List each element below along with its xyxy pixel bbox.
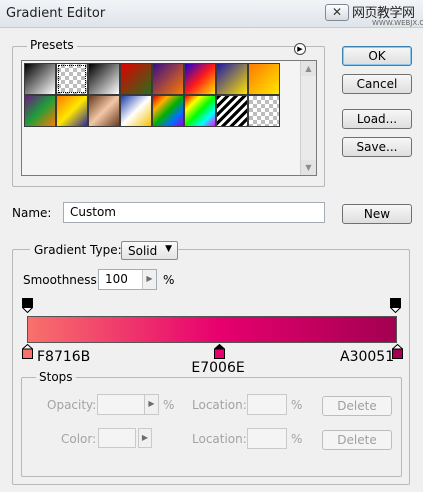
opacity-location-unit: %	[291, 398, 303, 412]
close-button[interactable]: ✕	[325, 4, 349, 21]
ok-button[interactable]: OK	[342, 46, 412, 66]
preset-swatch[interactable]	[152, 63, 184, 95]
gradient-type-label: Gradient Type:	[30, 243, 126, 257]
name-input[interactable]: Custom	[63, 202, 325, 223]
color-swatch-input[interactable]	[98, 428, 136, 448]
opacity-label: Opacity:	[47, 398, 97, 412]
color-label: Color:	[61, 432, 97, 446]
presets-scrollbar[interactable]: ▲ ▼	[300, 61, 316, 175]
presets-menu-arrow-icon[interactable]: ▶	[294, 43, 306, 55]
preset-swatch[interactable]	[184, 63, 216, 95]
delete-color-stop-button[interactable]: Delete	[322, 430, 392, 450]
color-stop-label: E7006E	[191, 360, 245, 376]
watermark-url: WWW.WEBJX.COM	[372, 19, 423, 27]
opacity-stop-right[interactable]	[390, 298, 401, 313]
preset-swatch[interactable]	[88, 95, 120, 127]
watermark: 网页教学网 WWW.WEBJX.COM	[352, 2, 423, 27]
gradient-preview-bar[interactable]	[27, 316, 397, 343]
preset-swatches	[24, 63, 284, 127]
smoothness-stepper-icon[interactable]: ▶	[142, 270, 156, 289]
smoothness-unit: %	[163, 273, 175, 287]
color-location-label: Location:	[192, 432, 247, 446]
stops-legend: Stops	[36, 370, 76, 384]
preset-swatch[interactable]	[216, 63, 248, 95]
opacity-input[interactable]: ▶	[97, 394, 159, 415]
color-stop-label: A30051	[340, 349, 395, 365]
opacity-stop-left[interactable]	[22, 298, 33, 313]
preset-swatch[interactable]	[248, 63, 280, 95]
preset-swatch[interactable]	[152, 95, 184, 127]
stops-group	[21, 377, 402, 477]
color-menu-arrow-icon[interactable]: ▶	[138, 428, 152, 448]
opacity-unit: %	[163, 398, 175, 412]
load-button[interactable]: Load...	[342, 109, 412, 129]
gradient-type-value: Solid	[128, 244, 158, 258]
color-stop-label: F8716B	[37, 349, 91, 365]
name-label: Name:	[12, 206, 52, 220]
opacity-location-input[interactable]	[247, 394, 287, 415]
presets-legend: Presets	[27, 38, 77, 52]
new-button[interactable]: New	[342, 204, 412, 224]
cancel-button[interactable]: Cancel	[342, 74, 412, 94]
preset-swatch[interactable]	[24, 95, 56, 127]
preset-swatch[interactable]	[56, 95, 88, 127]
preset-swatch[interactable]	[120, 95, 152, 127]
smoothness-label: Smoothness:	[23, 273, 101, 287]
scroll-up-icon[interactable]: ▲	[301, 61, 316, 76]
preset-swatch[interactable]	[216, 95, 248, 127]
color-stop[interactable]	[22, 344, 33, 359]
title-bar: Gradient Editor ✕ 网页教学网 WWW.WEBJX.COM	[0, 0, 423, 28]
save-button[interactable]: Save...	[342, 137, 412, 157]
smoothness-value: 100	[105, 272, 128, 286]
presets-list[interactable]: ▲ ▼	[21, 60, 317, 176]
preset-swatch[interactable]	[88, 63, 120, 95]
preset-swatch[interactable]	[56, 63, 88, 95]
delete-opacity-stop-button[interactable]: Delete	[322, 396, 392, 416]
close-icon: ✕	[331, 5, 343, 19]
gradient-type-select[interactable]: Solid ▼	[121, 241, 178, 260]
color-location-input[interactable]	[247, 428, 287, 449]
scroll-down-icon[interactable]: ▼	[301, 160, 316, 175]
preset-swatch[interactable]	[184, 95, 216, 127]
color-location-unit: %	[291, 432, 303, 446]
preset-swatch[interactable]	[24, 63, 56, 95]
preset-swatch[interactable]	[248, 95, 280, 127]
opacity-stepper-icon[interactable]: ▶	[144, 395, 158, 414]
chevron-down-icon: ▼	[165, 244, 172, 254]
color-stop[interactable]	[214, 344, 226, 359]
smoothness-input[interactable]: 100 ▶	[98, 269, 157, 290]
preset-swatch[interactable]	[120, 63, 152, 95]
opacity-location-label: Location:	[192, 398, 247, 412]
window-title: Gradient Editor	[6, 6, 106, 21]
